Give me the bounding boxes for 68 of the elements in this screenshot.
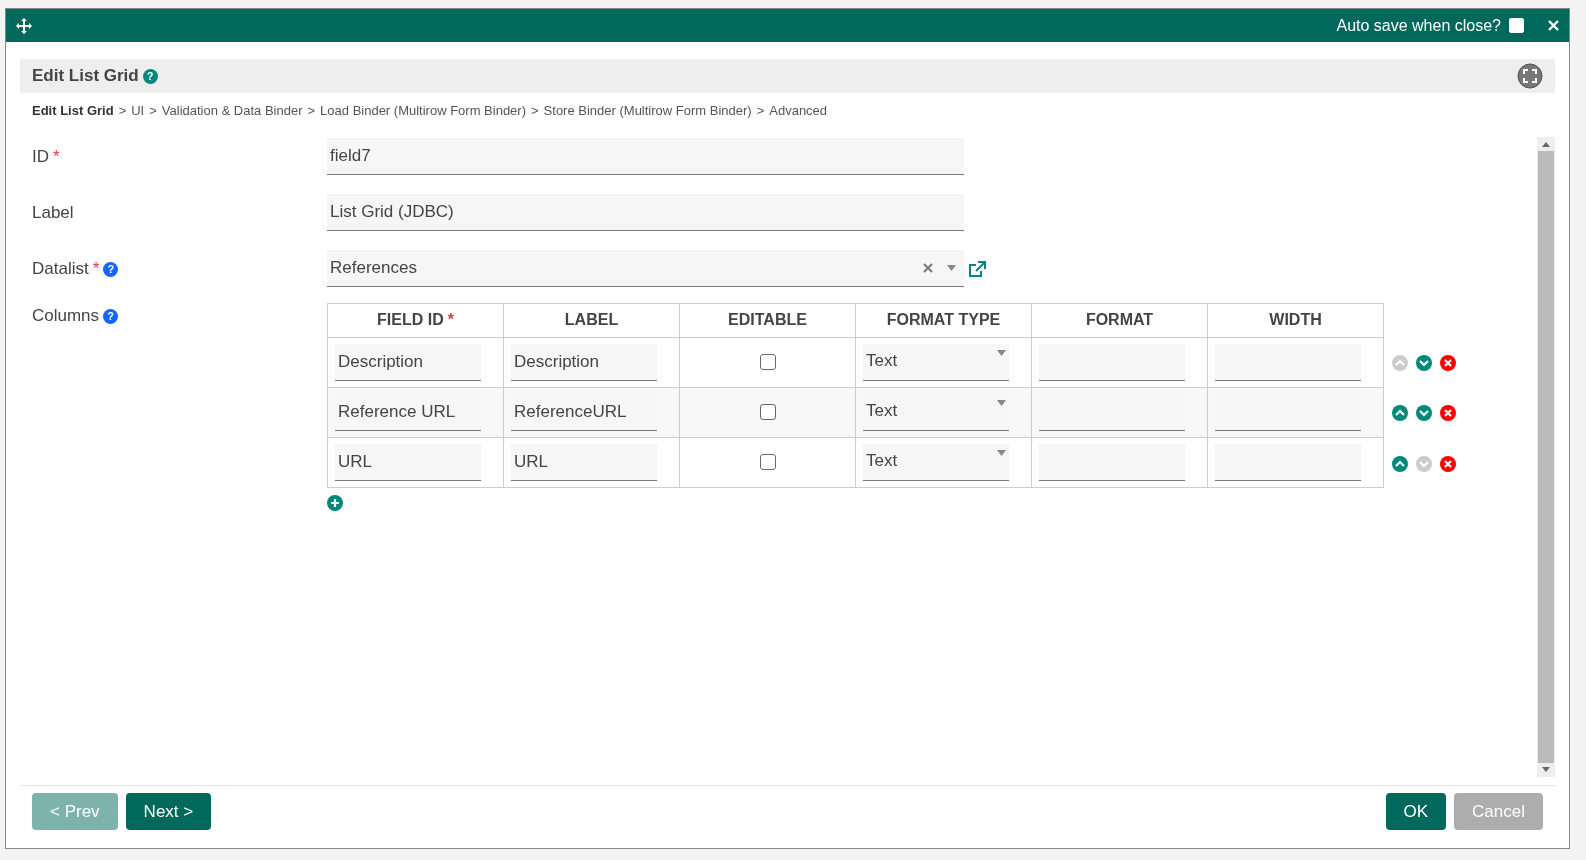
move-down-icon[interactable] [1416, 354, 1432, 371]
label-input[interactable]: URL [511, 443, 657, 481]
clear-icon[interactable] [923, 263, 933, 273]
column-header: LABEL [503, 303, 680, 337]
auto-save-checkbox[interactable] [1509, 18, 1524, 33]
breadcrumb-separator: > [307, 102, 316, 120]
field-id-input[interactable]: URL [335, 443, 481, 481]
move-up-icon[interactable] [1392, 455, 1408, 472]
column-header: FORMAT [1031, 303, 1208, 337]
column-header: EDITABLE [679, 303, 856, 337]
text-field[interactable]: List Grid (JDBC) [327, 194, 964, 231]
breadcrumb-separator: > [531, 102, 539, 120]
delete-icon[interactable] [1440, 354, 1456, 371]
header-label: FIELD ID [377, 311, 444, 328]
fullscreen-icon[interactable] [1517, 63, 1543, 89]
move-icon[interactable] [16, 17, 32, 34]
breadcrumb-item[interactable]: UI [131, 101, 145, 121]
caret-icon[interactable] [997, 349, 1006, 356]
breadcrumb-item[interactable]: Advanced [769, 101, 828, 121]
caret-icon[interactable] [947, 265, 956, 271]
delete-icon[interactable] [1440, 455, 1456, 472]
editable-checkbox[interactable] [759, 354, 776, 370]
format-type-select[interactable]: Text [863, 343, 1009, 381]
editable-checkbox[interactable] [759, 454, 776, 470]
move-down-icon[interactable] [1416, 405, 1432, 422]
scroll-down-icon[interactable] [1542, 766, 1550, 773]
format-type-select[interactable]: Text [863, 443, 1009, 481]
external-link-icon[interactable] [968, 260, 986, 278]
field-label: Columns [32, 305, 100, 325]
close-icon[interactable] [1548, 20, 1559, 31]
required-asterisk: * [92, 258, 100, 278]
breadcrumb-separator: > [756, 102, 765, 120]
caret-icon[interactable] [997, 449, 1006, 456]
field-label: ID [32, 146, 49, 166]
breadcrumb-item[interactable]: Store Binder (Multirow Form Binder) [543, 101, 752, 121]
add-icon[interactable] [327, 494, 343, 511]
column-header: FORMAT TYPE [855, 303, 1032, 337]
required-asterisk: * [53, 146, 60, 166]
field-label: Datalist [32, 258, 89, 278]
help-icon[interactable]: ? [103, 261, 119, 277]
breadcrumb-item[interactable]: Load Binder (Multirow Form Binder) [320, 101, 526, 121]
scrollbar[interactable] [1537, 136, 1555, 777]
auto-save-label: Auto save when close? [1336, 15, 1501, 36]
width-input[interactable] [1215, 443, 1361, 481]
field-label: Label [32, 202, 74, 222]
breadcrumb-item[interactable]: Validation & Data Binder [161, 101, 303, 121]
label-input[interactable]: Description [511, 343, 657, 381]
help-icon[interactable]: ? [103, 308, 119, 324]
text-field[interactable]: field7 [327, 138, 964, 175]
panel-title: Edit List Grid [32, 65, 139, 88]
ok-button[interactable]: OK [1385, 793, 1447, 830]
caret-icon[interactable] [997, 399, 1006, 406]
delete-icon[interactable] [1440, 405, 1456, 422]
breadcrumb-separator: > [149, 102, 157, 120]
breadcrumb-separator: > [118, 102, 127, 120]
help-icon[interactable]: ? [142, 68, 158, 84]
next-button[interactable]: Next > [125, 793, 212, 830]
format-input[interactable] [1039, 343, 1185, 381]
width-input[interactable] [1215, 343, 1361, 381]
scroll-up-icon[interactable] [1542, 140, 1550, 147]
datalist-select[interactable]: References [327, 250, 964, 287]
format-input[interactable] [1039, 443, 1185, 481]
breadcrumb-item[interactable]: Edit List Grid [32, 101, 114, 121]
editable-checkbox[interactable] [759, 404, 776, 420]
required-asterisk: * [447, 311, 454, 328]
move-up-icon[interactable] [1392, 405, 1408, 422]
column-header: WIDTH [1207, 303, 1384, 337]
field-id-input[interactable]: Description [335, 343, 481, 381]
